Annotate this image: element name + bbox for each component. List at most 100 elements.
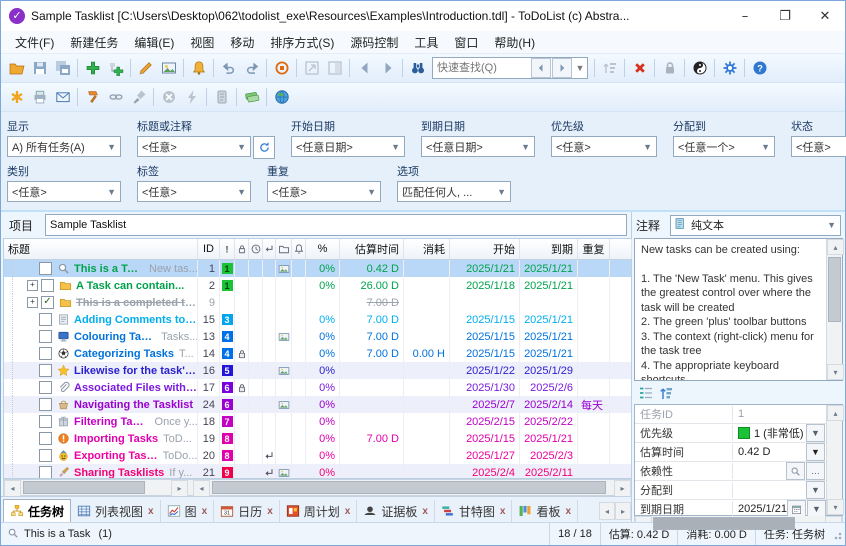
task-title[interactable]: Associated Files with T... [74,382,197,394]
column-header[interactable]: 到期 [520,239,578,259]
task-checkbox[interactable] [39,347,52,360]
menu-item-5[interactable]: 移动 [222,32,262,53]
preferences-gear-button[interactable] [718,57,741,79]
scroll-right-icon[interactable]: ▸ [614,480,631,497]
attribute-row[interactable]: 依赖性… [635,462,826,481]
email-button[interactable] [51,86,74,108]
filter-combo[interactable]: <任意>▼ [7,181,121,202]
task-checkbox[interactable] [39,262,52,275]
print-button[interactable] [28,86,51,108]
filter-combo[interactable]: A) 所有任务(A) ▼ [7,136,121,157]
attribute-value[interactable]: 0.42 D ▼ [733,443,826,461]
find-next-icon[interactable] [552,58,572,78]
tab-kanban[interactable]: 看板 x [512,500,579,522]
next-task-button[interactable] [376,57,399,79]
attribute-row[interactable]: 优先级 1 (非常低) ▼ [635,424,826,443]
tab-tasktree[interactable]: 任务树 [3,499,72,522]
menu-item-9[interactable]: 窗口 [446,32,486,53]
maximize-comments-button[interactable] [323,57,346,79]
task-title[interactable]: Categorizing Tasks [74,348,174,360]
menu-item-4[interactable]: 视图 [182,32,222,53]
task-checkbox[interactable] [39,432,52,445]
tab-close-icon[interactable]: x [500,506,506,517]
run-lightning-button[interactable] [180,86,203,108]
column-header[interactable]: 消耗 [404,239,450,259]
table-row[interactable]: Filtering Tasks Once y... 18 7 0% 2025/2/15 20… [4,413,631,430]
cleanup-broom-button[interactable] [127,86,150,108]
filter-combo[interactable]: <任意>▼ [267,181,381,202]
tab-close-icon[interactable]: x [566,506,572,517]
task-checkbox[interactable]: ✓ [41,296,54,309]
attribute-value[interactable]: 1 [733,408,826,420]
task-title[interactable]: Likewise for the task's ... [74,365,197,377]
column-header[interactable]: 标题 [4,239,198,259]
table-row[interactable]: Likewise for the task's ... 16 5 0% 2025/1/2… [4,362,631,379]
table-row[interactable]: Exporting Tasks ToDo... 20 8 0% 2025/1/27 2025… [4,447,631,464]
task-title[interactable]: Adding Comments to T... [74,314,197,326]
find-binoculars-button[interactable] [406,57,429,79]
column-header-clock-icon[interactable] [249,239,263,259]
task-title[interactable]: Sharing Tasklists [74,467,164,479]
menu-item-8[interactable]: 工具 [406,32,446,53]
filter-combo[interactable]: <任意日期> ▼ [421,136,535,157]
quick-find-input[interactable] [433,59,531,77]
scroll-up-icon[interactable]: ▴ [827,405,844,421]
column-header[interactable]: % [306,239,340,259]
chevron-down-icon[interactable]: ▼ [573,63,587,73]
help-button[interactable]: ? [748,57,771,79]
table-row[interactable]: + A Task can contain... 2 1 0% 26.00 D 2025/1/… [4,277,631,294]
attribute-value[interactable]: ▼ [733,481,826,499]
refresh-icon[interactable] [253,136,275,159]
column-header-priority-icon[interactable]: ! [220,239,235,259]
attribute-value[interactable]: 1 (非常低) ▼ [733,424,826,442]
menu-item-6[interactable]: 排序方式(S) [262,32,342,53]
table-row[interactable]: + ✓ This is a completed task 9 7.00 D [4,294,631,311]
task-checkbox[interactable] [39,364,52,377]
tab-close-icon[interactable]: x [345,506,351,517]
filter-combo[interactable]: <任意一个> ▼ [673,136,775,157]
table-row[interactable]: Adding Comments to T... 15 3 0% 7.00 D 2025/1… [4,311,631,328]
menu-item-2[interactable]: 新建任务 [62,32,126,53]
undo-button[interactable] [217,57,240,79]
task-title[interactable]: This is a completed task [76,297,197,309]
cancel-button[interactable] [157,86,180,108]
table-row[interactable]: This is a Task New tas... 1 1 0% 0.42 D 2025/1… [4,260,631,277]
task-checkbox[interactable] [39,449,52,462]
table-row[interactable]: Sharing Tasklists If y... 21 9 0% 2025/2/4 202… [4,464,631,478]
menu-item-7[interactable]: 源码控制 [342,32,406,53]
scroll-left-icon[interactable]: ◂ [4,480,21,497]
tab-chart[interactable]: 图x [161,500,215,522]
transform-scroll-button[interactable] [210,86,233,108]
column-header[interactable]: 重复 [578,239,610,259]
dependency-search-icon[interactable] [786,462,805,480]
task-title[interactable]: Filtering Tasks [74,416,150,428]
chevron-down-icon[interactable]: ▼ [806,481,825,499]
task-horizontal-scrollbar[interactable]: ◂ ▸ ◂ ▸ [3,479,631,497]
filter-combo[interactable]: 匹配任何人, ... ▼ [397,181,511,202]
project-title-input[interactable] [45,214,627,236]
save-button[interactable] [28,57,51,79]
task-column-headers[interactable]: 标题 ID!% 估算时间 消耗 开始 到期 重复 [4,239,632,260]
sort-button[interactable] [598,57,621,79]
task-checkbox[interactable] [39,381,52,394]
column-header-lock-icon[interactable] [235,239,249,259]
toggle-style-button[interactable] [688,57,711,79]
task-title[interactable]: This is a Task [74,263,144,275]
task-checkbox[interactable] [39,313,52,326]
tab-evidenceboard[interactable]: 证据板 x [357,500,435,522]
attribute-row[interactable]: 估算时间 0.42 D ▼ [635,443,826,462]
chevron-down-icon[interactable]: ▼ [806,424,825,442]
column-header[interactable]: ID [198,239,220,259]
comments-vertical-scrollbar[interactable]: ▴ ▾ [826,239,844,380]
tab-listview[interactable]: 列表视图 x [71,500,161,522]
web-globe-button[interactable] [270,86,293,108]
column-header-folder-icon[interactable] [276,239,292,259]
menu-item-1[interactable]: 文件(F) [7,32,62,53]
attribute-row[interactable]: 分配到 ▼ [635,481,826,500]
tab-calendar[interactable]: 31 日历 x [214,500,280,522]
column-header[interactable] [610,239,632,259]
filter-combo[interactable]: <任意>▼ [791,136,846,157]
task-title[interactable]: Importing Tasks [74,433,158,445]
table-row[interactable]: Associated Files with T... 17 6 0% 2025/1/30… [4,379,631,396]
new-task-button[interactable] [81,57,104,79]
